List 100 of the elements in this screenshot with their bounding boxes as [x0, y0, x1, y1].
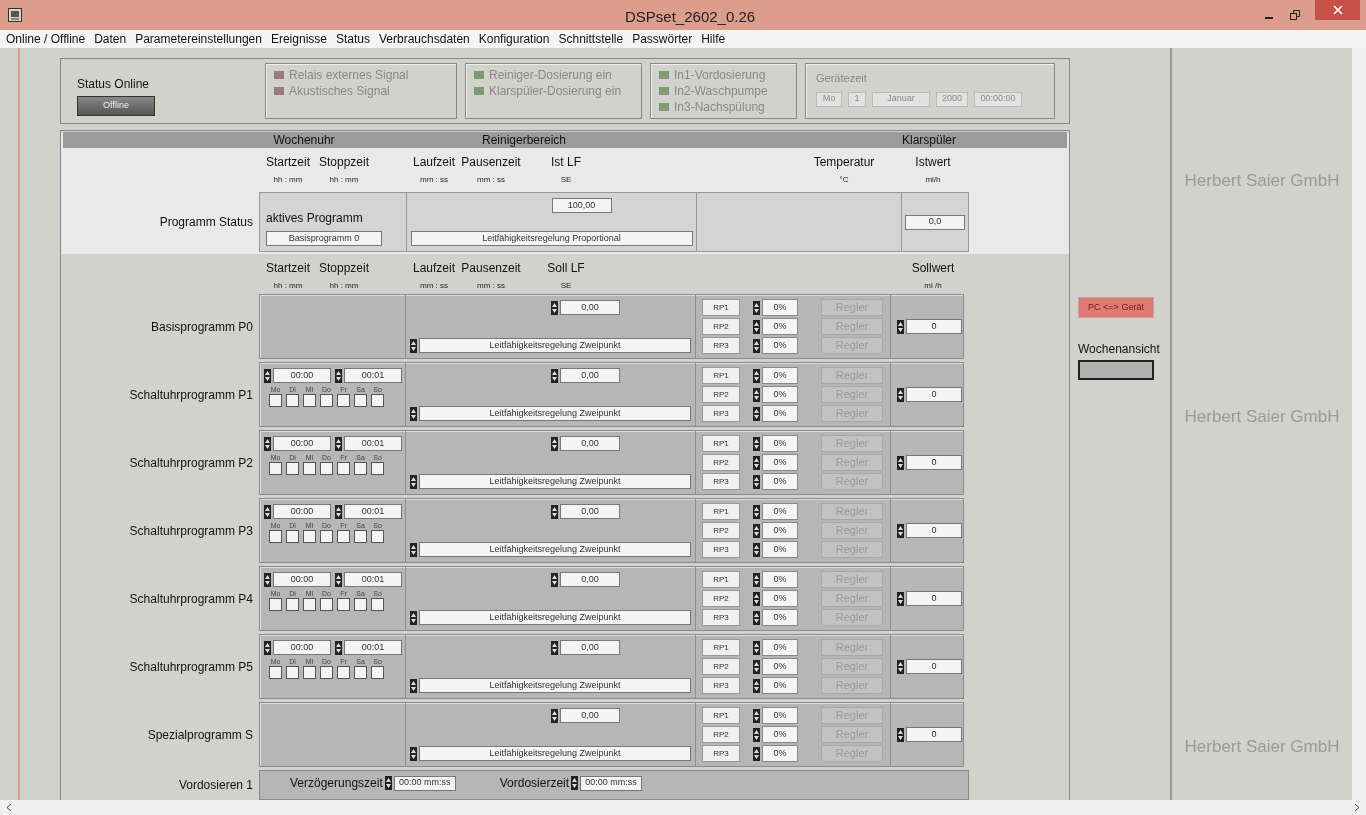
offline-button[interactable]: Offline	[77, 96, 155, 116]
setpoint-field[interactable]: 0	[906, 591, 962, 606]
spinner-icon[interactable]	[551, 368, 558, 383]
spinner-icon[interactable]	[753, 610, 760, 625]
spinner-icon[interactable]	[753, 708, 760, 723]
weekday-checkbox[interactable]	[320, 598, 333, 611]
spinner-icon[interactable]	[897, 319, 904, 334]
spinner-icon[interactable]	[753, 591, 760, 606]
restore-icon[interactable]	[1289, 9, 1301, 21]
menu-item[interactable]: Online / Offline	[6, 30, 86, 48]
horizontal-scrollbar[interactable]	[0, 800, 1366, 815]
conductivity-field[interactable]: 0,00	[560, 368, 620, 383]
spinner-icon[interactable]	[753, 455, 760, 470]
weekday-checkbox[interactable]	[354, 530, 367, 543]
spinner-icon[interactable]	[410, 542, 417, 557]
spinner-icon[interactable]	[753, 436, 760, 451]
spinner-icon[interactable]	[551, 504, 558, 519]
weekday-checkbox[interactable]	[337, 598, 350, 611]
setpoint-field[interactable]: 0	[906, 659, 962, 674]
spinner-icon[interactable]	[410, 746, 417, 761]
weekday-checkbox[interactable]	[320, 530, 333, 543]
actual-value-field[interactable]: 0,0	[905, 214, 965, 230]
spinner-icon[interactable]	[384, 776, 392, 790]
weekday-checkbox[interactable]	[269, 530, 282, 543]
spinner-icon[interactable]	[753, 338, 760, 353]
weekday-checkbox[interactable]	[286, 666, 299, 679]
weekday-checkbox[interactable]	[337, 394, 350, 407]
spinner-icon[interactable]	[753, 746, 760, 761]
menu-item[interactable]: Passwörter	[632, 30, 693, 48]
spinner-icon[interactable]	[753, 387, 760, 402]
spinner-icon[interactable]	[753, 640, 760, 655]
spinner-icon[interactable]	[753, 504, 760, 519]
spinner-icon[interactable]	[335, 504, 342, 519]
spinner-icon[interactable]	[335, 640, 342, 655]
weekday-checkbox[interactable]	[337, 666, 350, 679]
spinner-icon[interactable]	[551, 436, 558, 451]
spinner-icon[interactable]	[897, 727, 904, 742]
spinner-icon[interactable]	[753, 678, 760, 693]
spinner-icon[interactable]	[551, 640, 558, 655]
setpoint-field[interactable]: 0	[906, 523, 962, 538]
spinner-icon[interactable]	[335, 572, 342, 587]
spinner-icon[interactable]	[410, 678, 417, 693]
spinner-icon[interactable]	[551, 572, 558, 587]
control-mode-field[interactable]: Leitfähigkeitsregelung Zweipunkt	[419, 678, 691, 693]
spinner-icon[interactable]	[571, 776, 579, 790]
predose-time-field[interactable]: 00:00 mm:ss	[393, 775, 456, 791]
weekday-checkbox[interactable]	[269, 462, 282, 475]
weekday-checkbox[interactable]	[354, 598, 367, 611]
spinner-icon[interactable]	[551, 300, 558, 315]
menu-item[interactable]: Hilfe	[701, 30, 726, 48]
spinner-icon[interactable]	[753, 368, 760, 383]
spinner-icon[interactable]	[753, 572, 760, 587]
spinner-icon[interactable]	[897, 387, 904, 402]
close-button[interactable]	[1315, 0, 1360, 20]
spinner-icon[interactable]	[264, 368, 271, 383]
setpoint-field[interactable]: 0	[906, 387, 962, 402]
weekday-checkbox[interactable]	[371, 598, 384, 611]
week-view-button[interactable]	[1078, 360, 1154, 380]
weekday-checkbox[interactable]	[286, 394, 299, 407]
spinner-icon[interactable]	[551, 708, 558, 723]
weekday-checkbox[interactable]	[354, 666, 367, 679]
control-mode-field[interactable]: Leitfähigkeitsregelung Proportional	[410, 231, 693, 246]
scroll-left-icon[interactable]	[6, 803, 12, 812]
menu-item[interactable]: Schnittstelle	[558, 30, 624, 48]
weekday-checkbox[interactable]	[269, 666, 282, 679]
spinner-icon[interactable]	[410, 338, 417, 353]
weekday-checkbox[interactable]	[303, 394, 316, 407]
spinner-icon[interactable]	[335, 368, 342, 383]
setpoint-field[interactable]: 0	[906, 727, 962, 742]
spinner-icon[interactable]	[410, 406, 417, 421]
control-mode-field[interactable]: Leitfähigkeitsregelung Zweipunkt	[419, 406, 691, 421]
spinner-icon[interactable]	[264, 436, 271, 451]
control-mode-field[interactable]: Leitfähigkeitsregelung Zweipunkt	[419, 610, 691, 625]
spinner-icon[interactable]	[264, 640, 271, 655]
spinner-icon[interactable]	[753, 659, 760, 674]
weekday-checkbox[interactable]	[371, 394, 384, 407]
conductivity-field[interactable]: 0,00	[560, 640, 620, 655]
stop-time-field[interactable]: 00:01	[344, 640, 402, 655]
setpoint-field[interactable]: 0	[906, 319, 962, 334]
spinner-icon[interactable]	[753, 406, 760, 421]
spinner-icon[interactable]	[753, 474, 760, 489]
conductivity-field[interactable]: 0,00	[560, 300, 620, 315]
weekday-checkbox[interactable]	[320, 462, 333, 475]
menu-item[interactable]: Status	[335, 30, 370, 48]
menu-item[interactable]: Parametereinstellungen	[135, 30, 262, 48]
weekday-checkbox[interactable]	[303, 598, 316, 611]
weekday-checkbox[interactable]	[286, 462, 299, 475]
vertical-scrollbar[interactable]	[1352, 48, 1366, 800]
weekday-checkbox[interactable]	[371, 462, 384, 475]
weekday-checkbox[interactable]	[303, 530, 316, 543]
weekday-checkbox[interactable]	[337, 462, 350, 475]
spinner-icon[interactable]	[753, 542, 760, 557]
control-mode-field[interactable]: Leitfähigkeitsregelung Zweipunkt	[419, 542, 691, 557]
predose-time-field[interactable]: 00:00 mm:ss	[580, 775, 643, 791]
spinner-icon[interactable]	[264, 504, 271, 519]
setpoint-field[interactable]: 0	[906, 455, 962, 470]
conductivity-field[interactable]: 0,00	[560, 504, 620, 519]
conductivity-field[interactable]: 0,00	[560, 436, 620, 451]
spinner-icon[interactable]	[264, 572, 271, 587]
weekday-checkbox[interactable]	[320, 394, 333, 407]
